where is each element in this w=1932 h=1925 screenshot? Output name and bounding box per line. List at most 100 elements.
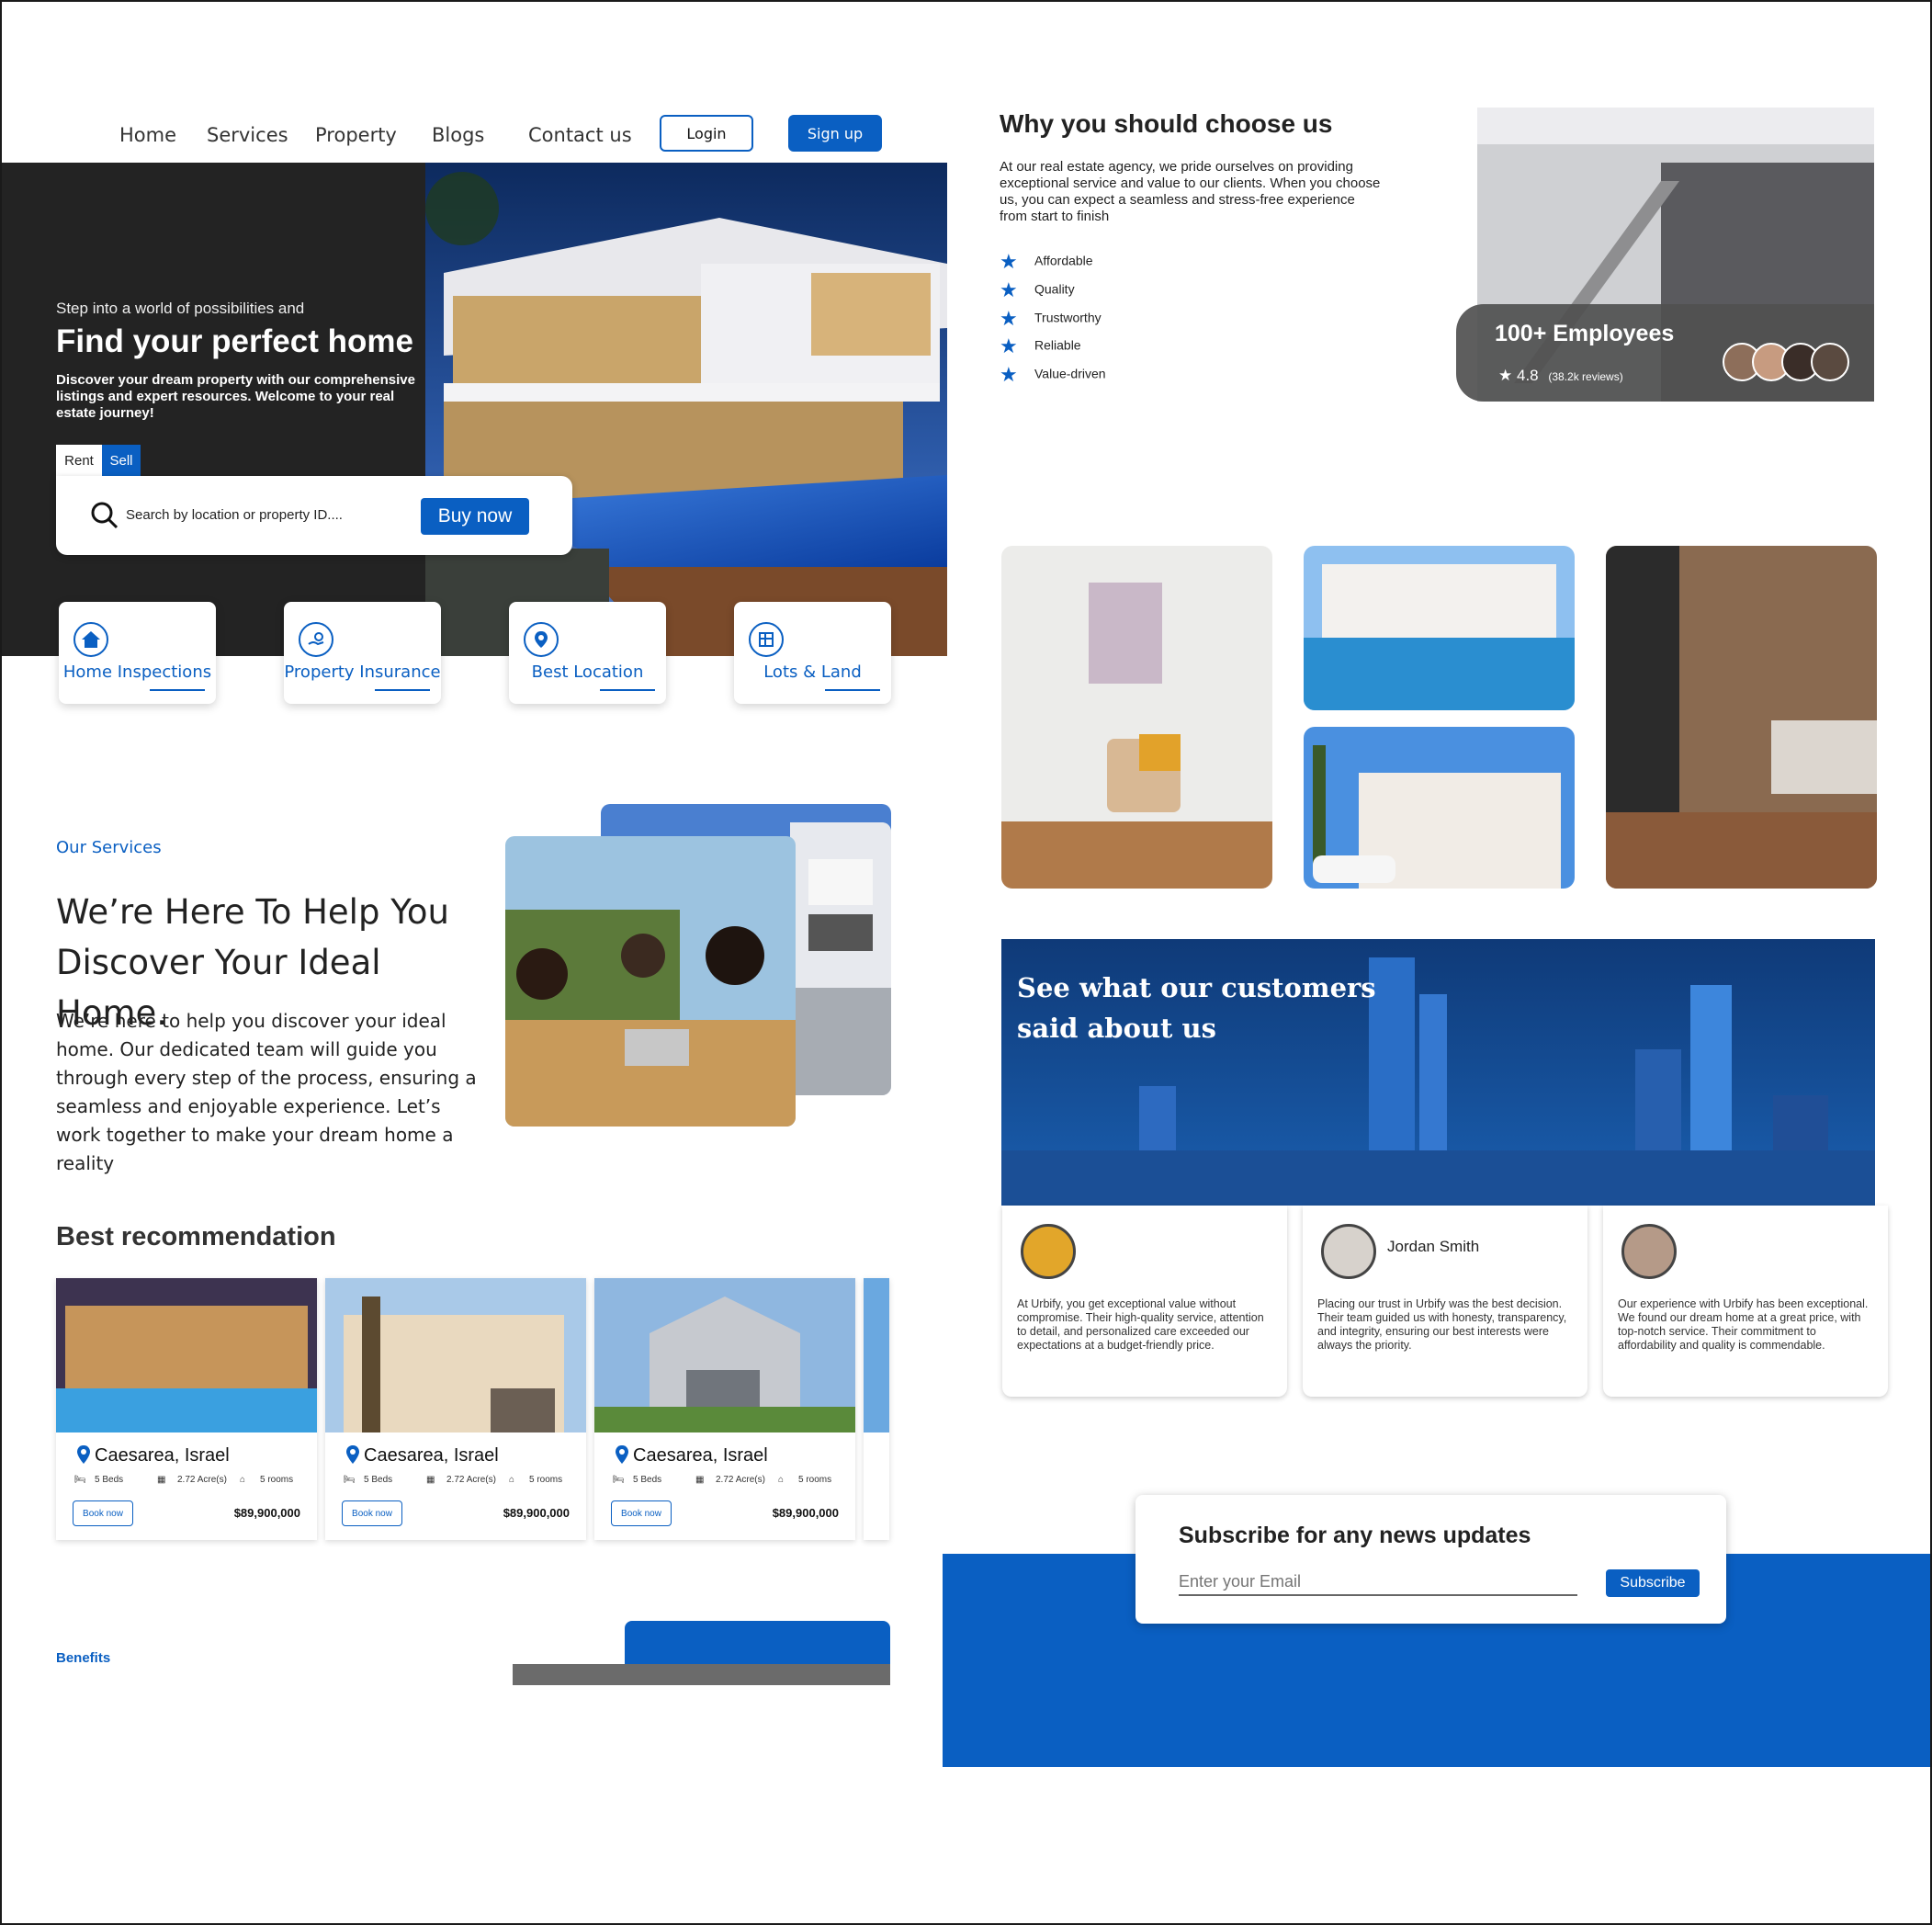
search-icon [91,502,119,529]
hero-kicker: Step into a world of possibilities and [56,300,305,317]
star-icon: ★ [1000,334,1018,357]
avatar [1021,1224,1076,1279]
reviews-count: (38.2k reviews) [1548,370,1623,383]
search-bar: Search by location or property ID.... Bu… [56,476,572,555]
star-icon: ★ [1000,307,1018,330]
why-heading: Why you should choose us [1000,109,1333,138]
card-best-location[interactable]: Best Location [509,602,666,704]
property-image [325,1278,586,1432]
subscribe-card: Subscribe for any news updates Subscribe [1135,1495,1726,1624]
testimonials-heading: See what our customers said about us [1017,972,1376,1044]
subscribe-button[interactable]: Subscribe [1606,1569,1700,1597]
room-icon: ⌂ [240,1475,246,1485]
why-item: ★ Reliable [1000,334,1081,357]
property-card-partial[interactable] [864,1278,889,1540]
property-price: $89,900,000 [772,1506,839,1520]
location-pin-icon [77,1445,90,1464]
area-icon: ▦ [157,1475,166,1485]
hero-house-image [425,163,947,656]
card-label: Property Insurance [284,662,441,682]
property-card[interactable]: Caesarea, Israel 🛏 5 Beds ▦ 2.72 Acre(s)… [56,1278,317,1540]
rooms-count: 5 rooms [260,1475,294,1485]
house-icon [73,622,108,657]
book-now-button[interactable]: Book now [342,1500,402,1526]
nav-blogs[interactable]: Blogs [432,124,484,146]
avatar [1811,343,1849,381]
rating: ★ 4.8 (38.2k reviews) [1498,367,1623,385]
team-meeting-image [505,836,796,1127]
area-size: 2.72 Acre(s) [716,1475,765,1485]
benefits-kicker: Benefits [56,1650,111,1666]
nav-property[interactable]: Property [315,124,397,146]
card-home-inspections[interactable]: Home Inspections [59,602,216,704]
insurance-icon [299,622,333,657]
why-item: ★ Trustworthy [1000,307,1102,330]
beds-count: 5 Beds [364,1475,393,1485]
avatar [1321,1224,1376,1279]
gallery-villa-image [1304,727,1575,889]
testimonial-card: Jordan Smith Placing our trust in Urbify… [1303,1206,1587,1397]
our-services-body: We’re here to help you discover your ide… [56,1010,477,1174]
nav-services[interactable]: Services [207,124,288,146]
gallery-chair-image [1001,546,1272,889]
buy-now-button[interactable]: Buy now [421,498,529,535]
star-icon: ★ [1498,367,1513,384]
testimonial-card: Our experience with Urbify has been exce… [1603,1206,1888,1397]
search-input[interactable]: Search by location or property ID.... [126,507,343,523]
property-image [56,1278,317,1432]
property-image [594,1278,855,1432]
property-location: Caesarea, Israel [633,1445,768,1466]
property-card[interactable]: Caesarea, Israel 🛏 5 Beds ▦ 2.72 Acre(s)… [594,1278,855,1540]
location-pin-icon [524,622,559,657]
why-body: At our real estate agency, we pride ours… [1000,159,1381,224]
area-size: 2.72 Acre(s) [177,1475,227,1485]
bed-icon: 🛏 [344,1475,356,1485]
property-location: Caesarea, Israel [95,1445,230,1466]
login-button[interactable]: Login [660,115,753,152]
star-icon: ★ [1000,363,1018,386]
tab-rent[interactable]: Rent [56,445,102,476]
our-services-kicker: Our Services [56,838,162,857]
card-lots-land[interactable]: Lots & Land [734,602,891,704]
bed-icon: 🛏 [74,1475,86,1485]
hero-description: Discover your dream property with our co… [56,372,415,421]
signup-button[interactable]: Sign up [788,115,882,152]
rating-value: 4.8 [1516,367,1539,384]
reviewer-name: Jordan Smith [1387,1238,1480,1255]
gallery-living-room-image [1606,546,1877,889]
testimonial-text: At Urbify, you get exceptional value wit… [1017,1297,1264,1352]
why-item: ★ Quality [1000,278,1075,301]
building-image [790,822,891,1095]
recommendation-heading: Best recommendation [56,1222,336,1251]
book-now-button[interactable]: Book now [611,1500,672,1526]
subscribe-heading: Subscribe for any news updates [1179,1523,1531,1548]
why-item: ★ Affordable [1000,250,1093,273]
card-property-insurance[interactable]: Property Insurance [284,602,441,704]
nav-contact[interactable]: Contact us [528,124,632,146]
room-icon: ⌂ [509,1475,515,1485]
area-icon: ▦ [695,1475,705,1485]
testimonial-text: Placing our trust in Urbify was the best… [1317,1297,1567,1352]
beds-count: 5 Beds [633,1475,662,1485]
tab-sell[interactable]: Sell [102,445,141,476]
nav-home[interactable]: Home [119,124,176,146]
gallery-pool-mansion-image [1304,546,1575,710]
card-label: Best Location [531,662,644,682]
location-pin-icon [346,1445,359,1464]
beds-count: 5 Beds [95,1475,124,1485]
card-label: Home Inspections [62,662,212,682]
rooms-count: 5 rooms [529,1475,563,1485]
card-label: Lots & Land [763,662,862,682]
property-price: $89,900,000 [233,1506,300,1520]
property-location: Caesarea, Israel [364,1445,499,1466]
benefits-image [513,1664,890,1685]
property-card[interactable]: Caesarea, Israel 🛏 5 Beds ▦ 2.72 Acre(s)… [325,1278,586,1540]
area-size: 2.72 Acre(s) [446,1475,496,1485]
testimonial-text: Our experience with Urbify has been exce… [1618,1297,1869,1352]
property-price: $89,900,000 [503,1506,570,1520]
email-input[interactable] [1179,1568,1577,1596]
land-plot-icon [749,622,784,657]
star-icon: ★ [1000,250,1018,273]
hero-title: Find your perfect home [56,323,413,359]
book-now-button[interactable]: Book now [73,1500,133,1526]
